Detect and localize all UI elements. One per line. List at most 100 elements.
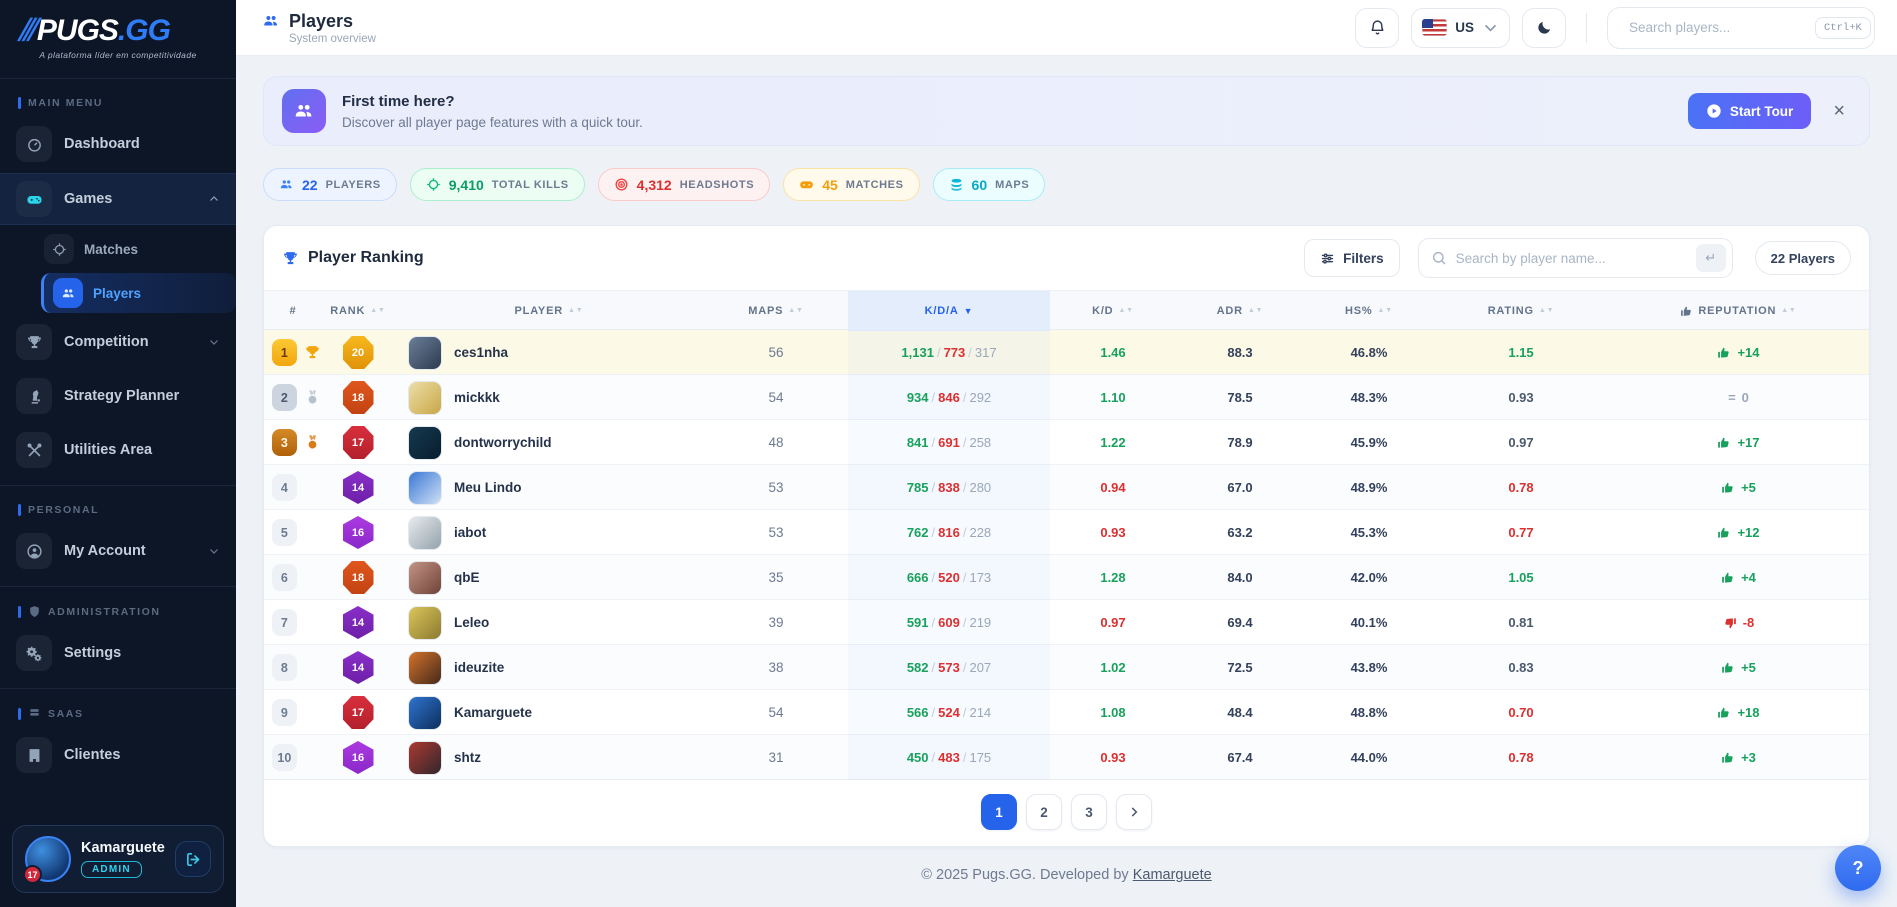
- kda-value: 582/573/207: [848, 645, 1050, 690]
- table-row[interactable]: 5 16 iabot 53 762/816/228 0.93 63.2 45.3…: [264, 510, 1869, 555]
- kd-value: 0.93: [1100, 525, 1125, 540]
- avatar: [408, 516, 442, 550]
- player-count-badge: 22 Players: [1755, 241, 1851, 275]
- medal-icon: [304, 434, 322, 451]
- position-badge: 3: [272, 429, 297, 456]
- hs-value: 40.1%: [1351, 615, 1388, 630]
- kd-value: 1.02: [1100, 660, 1125, 675]
- brand-logo[interactable]: ⫻PUGS.GG A plataforma líder em competiti…: [0, 0, 236, 70]
- notifications-button[interactable]: [1355, 8, 1399, 48]
- thumb-up-icon: [1721, 571, 1735, 585]
- rank-badge: 18: [343, 561, 374, 594]
- chevron-down-icon: [208, 545, 220, 557]
- sidebar: ⫻PUGS.GG A plataforma líder em competiti…: [0, 0, 236, 907]
- position-badge: 10: [272, 744, 297, 771]
- sidebar-item-matches[interactable]: Matches: [0, 229, 236, 269]
- help-button[interactable]: ?: [1835, 845, 1881, 891]
- hs-value: 45.3%: [1351, 525, 1388, 540]
- sidebar-item-clientes[interactable]: Clientes: [0, 730, 236, 780]
- sidebar-item-my-account[interactable]: My Account: [0, 526, 236, 576]
- col-reputation[interactable]: REPUTATION▲▼: [1608, 291, 1869, 331]
- divider: [0, 586, 236, 587]
- table-row[interactable]: 8 14 ideuzite 38 582/573/207 1.02 72.5 4…: [264, 645, 1869, 690]
- footer-link[interactable]: Kamarguete: [1133, 867, 1212, 883]
- sidebar-item-settings[interactable]: Settings: [0, 628, 236, 678]
- page-3-button[interactable]: 3: [1071, 794, 1107, 830]
- position-badge: 5: [272, 519, 297, 546]
- col-maps[interactable]: MAPS▲▼: [704, 291, 848, 331]
- col-kda[interactable]: K/D/A▼: [848, 291, 1050, 331]
- player-search-input[interactable]: [1456, 251, 1687, 266]
- table-row[interactable]: 4 14 Meu Lindo 53 785/838/280 0.94 67.0 …: [264, 465, 1869, 510]
- sidebar-item-dashboard[interactable]: Dashboard: [0, 119, 236, 169]
- trophy-icon: [282, 250, 299, 267]
- table-row[interactable]: 10 16 shtz 31 450/483/175 0.93 67.4 44.0…: [264, 735, 1869, 780]
- col-kd[interactable]: K/D▲▼: [1050, 291, 1176, 331]
- col-rating[interactable]: RATING▲▼: [1434, 291, 1608, 331]
- player-name: ces1nha: [454, 345, 508, 360]
- col-pos[interactable]: #: [264, 291, 322, 331]
- next-page-button[interactable]: [1116, 794, 1152, 830]
- dark-mode-toggle[interactable]: [1522, 8, 1566, 48]
- sidebar-item-games[interactable]: Games: [0, 173, 236, 225]
- search-input[interactable]: [1629, 20, 1806, 35]
- sidebar-item-utilities[interactable]: Utilities Area: [0, 425, 236, 475]
- adr-value: 67.4: [1227, 750, 1252, 765]
- search-icon: [1431, 250, 1447, 266]
- close-icon[interactable]: ×: [1827, 101, 1851, 121]
- logout-button[interactable]: [175, 841, 211, 877]
- maps-value: 35: [768, 570, 783, 585]
- divider: [1586, 13, 1587, 43]
- table-row[interactable]: 3 17 dontworrychild 48 841/691/258 1.22 …: [264, 420, 1869, 465]
- table-row[interactable]: 7 14 Leleo 39 591/609/219 0.97 69.4 40.1…: [264, 600, 1869, 645]
- dashboard-icon: [16, 126, 52, 162]
- tour-banner: First time here? Discover all player pag…: [263, 76, 1870, 146]
- kd-value: 1.10: [1100, 390, 1125, 405]
- sidebar-item-players[interactable]: Players: [41, 273, 236, 313]
- player-search[interactable]: ↵: [1418, 238, 1733, 278]
- col-adr[interactable]: ADR▲▼: [1176, 291, 1304, 331]
- global-search[interactable]: Ctrl+K: [1607, 7, 1875, 49]
- players-icon: [282, 89, 326, 133]
- table-row[interactable]: 6 18 qbE 35 666/520/173 1.28 84.0 42.0% …: [264, 555, 1869, 600]
- player-name: Meu Lindo: [454, 480, 522, 495]
- table-row[interactable]: 9 17 Kamarguete 54 566/524/214 1.08 48.4…: [264, 690, 1869, 735]
- table-row[interactable]: 2 18 mickkk 54 934/846/292 1.10 78.5 48.…: [264, 375, 1869, 420]
- rating-value: 0.83: [1508, 660, 1533, 675]
- stat-maps: 60MAPS: [933, 168, 1046, 201]
- page-2-button[interactable]: 2: [1026, 794, 1062, 830]
- filters-button[interactable]: Filters: [1304, 239, 1400, 277]
- sidebar-item-competition[interactable]: Competition: [0, 317, 236, 367]
- page-1-button[interactable]: 1: [981, 794, 1017, 830]
- rank-badge: 18: [343, 381, 374, 414]
- col-hs[interactable]: HS%▲▼: [1304, 291, 1434, 331]
- locale-select[interactable]: US: [1411, 8, 1510, 48]
- content: First time here? Discover all player pag…: [236, 56, 1897, 907]
- table-row[interactable]: 1 20 ces1nha 56 1,131/773/317 1.46 88.3 …: [264, 330, 1869, 375]
- shield-icon: [28, 605, 41, 618]
- maps-value: 48: [768, 435, 783, 450]
- rank-badge: 17: [343, 696, 374, 729]
- thumb-up-icon: [1721, 481, 1735, 495]
- start-tour-button[interactable]: Start Tour: [1688, 93, 1812, 129]
- rank-badge: 17: [343, 426, 374, 459]
- hs-value: 46.8%: [1351, 345, 1388, 360]
- bell-icon: [1369, 19, 1386, 36]
- stat-matches: 45MATCHES: [783, 168, 919, 201]
- hs-value: 45.9%: [1351, 435, 1388, 450]
- col-rank[interactable]: RANK▲▼: [322, 291, 394, 331]
- players-icon: [279, 177, 294, 192]
- kda-value: 450/483/175: [848, 735, 1050, 780]
- hs-value: 48.8%: [1351, 705, 1388, 720]
- reputation-value: = 0: [1608, 390, 1869, 405]
- player-name: Kamarguete: [454, 705, 532, 720]
- maps-value: 39: [768, 615, 783, 630]
- caret-down-icon: ▼: [964, 306, 974, 316]
- equals-icon: =: [1728, 390, 1736, 405]
- reputation-value: = +14: [1608, 345, 1869, 360]
- sidebar-item-strategy-planner[interactable]: Strategy Planner: [0, 371, 236, 421]
- user-card[interactable]: 17 Kamarguete ADMIN: [12, 825, 224, 893]
- col-player[interactable]: PLAYER▲▼: [394, 291, 704, 331]
- rating-value: 0.77: [1508, 525, 1533, 540]
- maps-value: 56: [768, 345, 783, 360]
